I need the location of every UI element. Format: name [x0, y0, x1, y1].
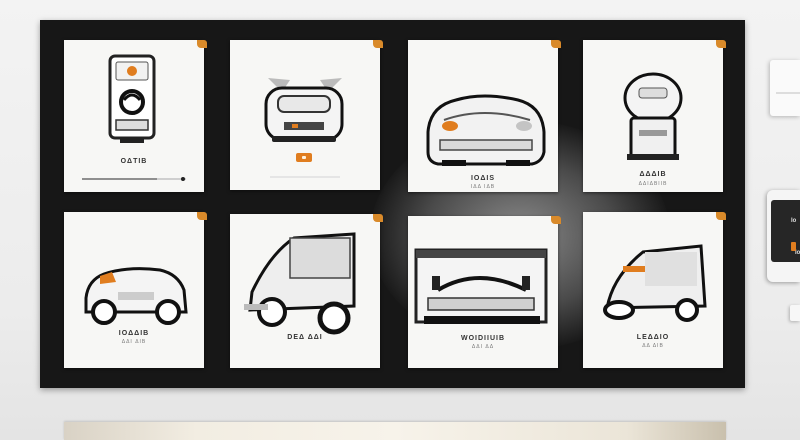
product-card-1[interactable]: OΔTIB — [64, 40, 207, 192]
smartphone-icon — [108, 54, 156, 143]
product-card-5[interactable]: IOΔΔIB ΔΔI ΔIB — [64, 212, 207, 368]
card-subtitle: ΔΔI ΔΔ — [471, 344, 495, 350]
play-badge-icon[interactable] — [296, 153, 312, 162]
kiosk-icon — [623, 72, 683, 160]
card-title: OΔTIB — [120, 158, 148, 165]
product-card-3[interactable]: IOΔIS IΔΔ IΔB — [408, 40, 561, 192]
product-card-7[interactable]: WOIDIIUIB ΔΔI ΔΔ — [408, 216, 561, 368]
product-card-6[interactable]: DEΔ ΔΔI — [230, 214, 383, 368]
card-title: WOIDIIUIB — [461, 335, 505, 342]
side-device-preview[interactable]: Io Io — [767, 190, 800, 282]
side-tab[interactable] — [790, 305, 800, 321]
card-subtitle: IΔΔ IΔB — [470, 184, 496, 190]
robot-vacuum-icon — [264, 78, 344, 142]
card-progress-bar — [82, 178, 186, 180]
cargo-vehicle-icon — [244, 232, 356, 335]
card-title: IOΔΔIB — [118, 330, 150, 337]
bottom-shelf — [64, 422, 726, 440]
car-top-view-icon — [426, 94, 546, 166]
card-progress-fill — [82, 178, 157, 180]
side-panel[interactable] — [770, 60, 800, 116]
product-grid-board: OΔTIB IOΔIS IΔΔ IΔB ΔΔΔIB ΔΔIΔBIIB IOΔΔI… — [40, 20, 745, 388]
card-progress-bar — [270, 176, 340, 178]
card-subtitle: ΔΔIΔBIIB — [638, 181, 668, 187]
card-subtitle: ΔΔ ΔIB — [642, 343, 664, 349]
card-subtitle: ΔΔI ΔIB — [121, 339, 147, 345]
device-screen-text-2: Io — [795, 250, 800, 256]
device-screen: Io Io — [771, 200, 800, 262]
card-title: ΔΔΔIB — [639, 171, 667, 178]
device-accent-mark — [791, 242, 796, 251]
card-title: IOΔIS — [470, 175, 496, 182]
card-progress-handle[interactable] — [181, 177, 185, 181]
product-card-4[interactable]: ΔΔΔIB ΔΔIΔBIIB — [583, 40, 726, 192]
product-card-8[interactable]: LEΔΔIO ΔΔ ΔIB — [583, 212, 726, 368]
product-card-2[interactable] — [230, 40, 383, 190]
card-title: DEΔ ΔΔI — [287, 334, 323, 341]
card-title: LEΔΔIO — [636, 334, 670, 341]
device-screen-text-1: Io — [791, 218, 797, 224]
